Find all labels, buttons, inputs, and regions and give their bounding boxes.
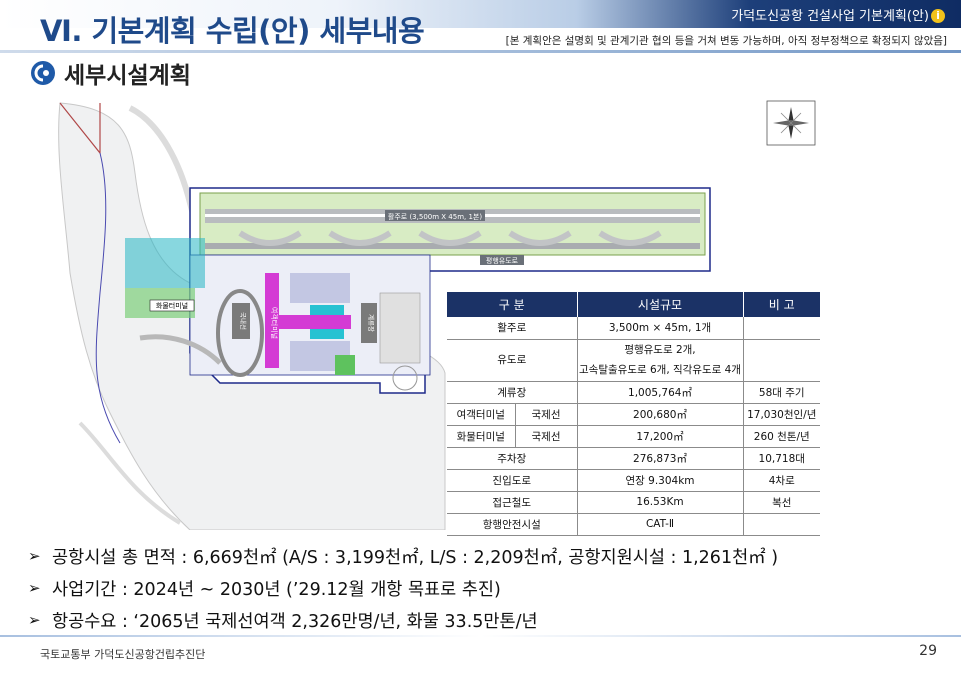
info-icon: i — [931, 9, 945, 23]
row-scale: 연장 9.304km — [576, 469, 743, 492]
apron-label: 계류장 — [367, 314, 376, 332]
row-note: 260 천톤/년 — [742, 425, 820, 448]
table-row: 진입도로 연장 9.304km 4차로 — [447, 469, 820, 492]
passenger-terminal-label: 여객터미널 — [270, 307, 279, 339]
taxiway-label: 평행유도로 — [480, 255, 524, 265]
column-header-note: 비 고 — [742, 292, 820, 317]
table-row: 주차장 276,873㎡ 10,718대 — [447, 447, 820, 470]
page-number: 29 — [919, 643, 937, 659]
row-label: 유도로 — [447, 339, 577, 382]
table-header-row: 구 분 시설규모 비 고 — [447, 292, 820, 317]
row-label: 접근철도 — [447, 491, 577, 514]
footer-divider — [0, 635, 961, 637]
row-scale: 200,680㎡ — [576, 403, 743, 426]
column-header-category: 구 분 — [447, 292, 577, 317]
table-row: 계류장 1,005,764㎡ 58대 주기 — [447, 381, 820, 404]
page-title: Ⅵ. 기본계획 수립(안) 세부내용 — [40, 14, 425, 48]
runway-label-text: 활주로 (3,500m X 45m, 1본) — [388, 212, 482, 221]
column-header-scale: 시설규모 — [576, 292, 743, 317]
table-row: 유도로 평행유도로 2개, 고속탈출유도로 6개, 직각유도로 4개 — [447, 339, 820, 382]
row-scale: CAT-Ⅱ — [576, 513, 743, 536]
section-heading: 세부시설계획 — [30, 58, 191, 89]
footer-organization: 국토교통부 가덕도신공항건립추진단 — [40, 648, 206, 661]
list-item: ➢ 공항시설 총 면적 : 6,669천㎡ (A/S : 3,199천㎡, L/… — [28, 540, 778, 572]
document-title-text: 가덕도신공항 건설사업 기본계획(안) — [731, 9, 929, 24]
cargo-terminal-label-text: 화물터미널 — [156, 301, 188, 310]
arrow-bullet-icon: ➢ — [28, 579, 41, 597]
row-note — [742, 317, 820, 340]
row-scale: 17,200㎡ — [576, 425, 743, 448]
list-item-text: 사업기간 : 2024년 ~ 2030년 (’29.12월 개항 목표로 추진) — [52, 579, 501, 600]
row-label: 계류장 — [447, 381, 577, 404]
summary-list: ➢ 공항시설 총 면적 : 6,669천㎡ (A/S : 3,199천㎡, L/… — [28, 540, 778, 636]
table-row: 화물터미널 국제선 17,200㎡ 260 천톤/년 — [447, 425, 820, 448]
list-item-text: 공항시설 총 면적 : 6,669천㎡ (A/S : 3,199천㎡, L/S … — [52, 547, 779, 568]
cargo-terminal-label: 화물터미널 — [149, 299, 195, 312]
row-note: 58대 주기 — [742, 381, 820, 404]
row-label: 화물터미널 — [447, 425, 515, 448]
row-note — [742, 513, 820, 536]
row-note: 10,718대 — [742, 447, 820, 470]
runway-label: 활주로 (3,500m X 45m, 1본) — [385, 210, 485, 221]
row-note: 4차로 — [742, 469, 820, 492]
section-title: 세부시설계획 — [64, 63, 191, 89]
row-scale: 3,500m × 45m, 1개 — [576, 317, 743, 340]
compass-rose-icon — [766, 100, 816, 146]
row-sublabel: 국제선 — [514, 425, 577, 448]
row-label: 항행안전시설 — [447, 513, 577, 536]
arrow-bullet-icon: ➢ — [28, 611, 41, 629]
header-divider — [0, 50, 961, 53]
table-row: 항행안전시설 CAT-Ⅱ — [447, 513, 820, 536]
list-item: ➢ 사업기간 : 2024년 ~ 2030년 (’29.12월 개항 목표로 추… — [28, 572, 778, 604]
row-label: 진입도로 — [447, 469, 577, 492]
table-row: 활주로 3,500m × 45m, 1개 — [447, 317, 820, 340]
table-row: 접근철도 16.53Km 복선 — [447, 491, 820, 514]
row-note — [742, 339, 820, 382]
row-scale: 1,005,764㎡ — [576, 381, 743, 404]
slide: Ⅵ. 기본계획 수립(안) 세부내용 가덕도신공항 건설사업 기본계획(안) i … — [0, 0, 961, 678]
row-scale-line: 평행유도로 2개, — [624, 344, 696, 356]
facility-scale-table: 구 분 시설규모 비 고 활주로 3,500m × 45m, 1개 유도로 평행… — [447, 292, 820, 536]
arrow-bullet-icon: ➢ — [28, 547, 41, 565]
domestic-terminal-label: 국내선 — [239, 312, 248, 330]
disclaimer-note: [본 계획안은 설명회 및 관계기관 협의 등을 거쳐 변동 가능하며, 아직 … — [505, 35, 947, 47]
row-scale: 16.53Km — [576, 491, 743, 514]
row-sublabel: 국제선 — [514, 403, 577, 426]
row-label: 주차장 — [447, 447, 577, 470]
row-scale-line: 고속탈출유도로 6개, 직각유도로 4개 — [579, 364, 741, 376]
list-item: ➢ 항공수요 : ‘2065년 국제선여객 2,326만명/년, 화물 33.5… — [28, 604, 778, 636]
row-note: 복선 — [742, 491, 820, 514]
list-item-text: 항공수요 : ‘2065년 국제선여객 2,326만명/년, 화물 33.5만톤… — [52, 611, 538, 632]
row-label: 활주로 — [447, 317, 577, 340]
row-scale: 평행유도로 2개, 고속탈출유도로 6개, 직각유도로 4개 — [576, 339, 743, 382]
taxiway-label-text: 평행유도로 — [486, 256, 519, 265]
row-scale: 276,873㎡ — [576, 447, 743, 470]
row-note: 17,030천인/년 — [742, 403, 820, 426]
document-title: 가덕도신공항 건설사업 기본계획(안) i — [731, 5, 945, 24]
table-row: 여객터미널 국제선 200,680㎡ 17,030천인/년 — [447, 403, 820, 426]
row-label: 여객터미널 — [447, 403, 515, 426]
section-bullet-icon — [31, 61, 55, 85]
